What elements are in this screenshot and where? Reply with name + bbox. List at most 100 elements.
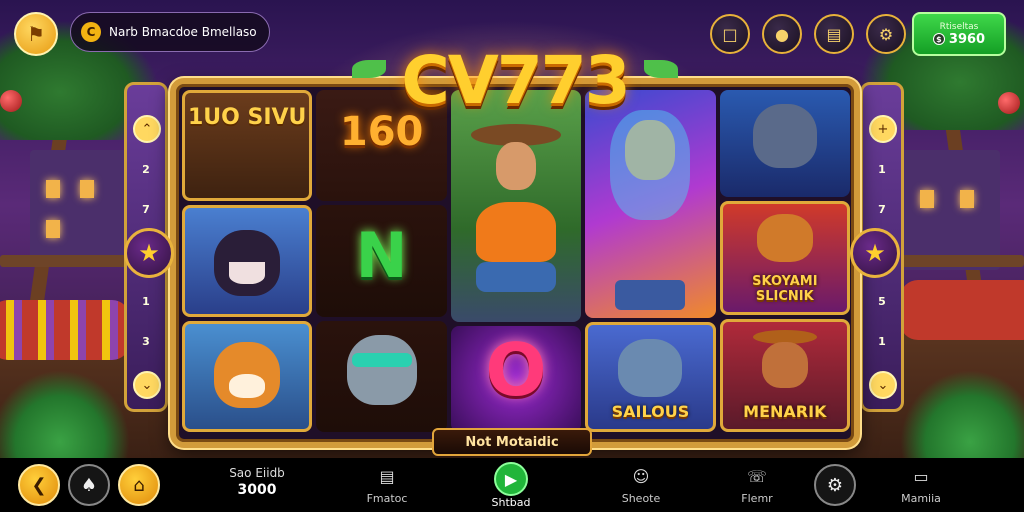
house-right	[900, 150, 1000, 270]
wolf-face-icon	[618, 339, 683, 398]
star-button-left[interactable]: ★	[124, 228, 174, 278]
balance-value: 3960	[948, 31, 986, 47]
nav-label: Fmatoc	[366, 492, 408, 505]
foliage-left	[0, 370, 130, 460]
user-icon: ☺	[632, 466, 650, 486]
home-icon: ⌂	[133, 474, 145, 496]
reel-2: 160 N	[316, 90, 447, 432]
payline-number: 7	[878, 203, 886, 216]
payline-number: 3	[142, 335, 150, 348]
symbol-blue-wolf: SAILOUS	[585, 322, 716, 432]
wallet-button[interactable]: □	[710, 14, 750, 54]
gear-icon: ⚙	[826, 474, 844, 496]
game-logo: CV773	[352, 40, 678, 120]
bottom-bar: ❮ ♠ ⌂ Sao Eiidb 3000 ▤ Fmatoc ▶ Shtbad ☺…	[0, 458, 1024, 512]
star-icon: ★	[864, 239, 886, 267]
bet-label: Sao Eiidb	[229, 466, 285, 480]
symbol-wolf-glasses	[316, 320, 447, 432]
play-icon: ▶	[504, 469, 518, 489]
symbol-label: N	[355, 219, 408, 293]
marquee-text: Narb Bmacdoe Bmellaso	[109, 25, 257, 39]
lion-face-icon	[756, 214, 813, 263]
logo-text: CV773	[401, 41, 630, 119]
home-icon: ⚑	[27, 22, 45, 46]
profile-icon: ●	[775, 24, 789, 44]
foliage-right	[900, 370, 1024, 460]
symbol-fox	[182, 320, 313, 432]
announcement-marquee: C Narb Bmacdoe Bmellaso	[70, 12, 270, 52]
bet-value: 3000	[237, 482, 277, 498]
banner-text: Not Motaidic	[465, 434, 559, 450]
reel-3: O	[450, 90, 582, 432]
gear-icon: ⚙	[878, 24, 894, 44]
star-icon: ★	[138, 239, 160, 267]
leaf-decoration	[352, 60, 386, 78]
symbol-panther	[182, 205, 313, 317]
back-button[interactable]: ❮	[18, 464, 60, 506]
minus-button-right[interactable]: ⌄	[869, 371, 897, 399]
spade-icon: ♠	[80, 474, 98, 496]
wallet-icon: □	[722, 24, 738, 44]
symbol-letter-o: O	[450, 326, 582, 432]
wolf-face-icon	[346, 334, 417, 405]
payline-number: 1	[142, 295, 150, 308]
payline-number: 5	[878, 295, 886, 308]
symbol-wooden-sign: 1UO SIVU	[182, 90, 313, 202]
spin-button[interactable]: ▶	[494, 462, 528, 496]
chat-icon: ☏	[746, 466, 767, 486]
reel-1: 1UO SIVU	[182, 90, 313, 432]
payline-number: 2	[142, 163, 150, 176]
reel-banner: Not Motaidic	[432, 428, 592, 456]
symbol-grey-wolf	[719, 90, 851, 198]
payline-number: 7	[142, 203, 150, 216]
plus-button-right[interactable]: +	[869, 115, 897, 143]
sunglasses-icon	[351, 352, 412, 367]
symbol-lion: SKOYAMI SLICNIK	[719, 201, 851, 315]
symbol-label: MENARIK	[743, 401, 827, 421]
payline-number: 1	[878, 163, 886, 176]
announcement-icon: C	[81, 22, 101, 42]
nav-label: Mamiia	[901, 492, 941, 505]
nav-item-receipt[interactable]: ▤ Fmatoc	[352, 464, 422, 506]
fox-muzzle	[229, 373, 266, 398]
history-button[interactable]: ▤	[814, 14, 854, 54]
home-button[interactable]: ⌂	[118, 464, 160, 506]
wolf-face-icon	[752, 104, 817, 168]
nav-item-monitor[interactable]: ▭ Mamiia	[886, 464, 956, 506]
monitor-icon: ▭	[913, 466, 929, 486]
symbol-cowgirl	[450, 90, 582, 323]
cushion-right	[900, 280, 1024, 340]
nav-label: Flemr	[741, 492, 773, 505]
nav-item-profile[interactable]: ☺ Sheote	[606, 464, 676, 506]
spin-label: Shtbad	[491, 496, 531, 509]
cowgirl-outfit	[476, 202, 557, 262]
cushion-left	[0, 300, 130, 360]
symbol-label: 1UO SIVU	[187, 105, 307, 130]
back-arrow-icon: ❮	[31, 474, 47, 496]
bet-display[interactable]: Sao Eiidb 3000	[222, 466, 292, 498]
profile-button[interactable]: ●	[762, 14, 802, 54]
reels-grid: 1UO SIVU 160 N O SAILOUS SKOYAMI SLICNIK…	[178, 86, 854, 436]
receipt-icon: ▤	[379, 466, 395, 486]
panther-muzzle	[229, 262, 266, 285]
spade-button[interactable]: ♠	[68, 464, 110, 506]
coin-icon: $	[932, 33, 945, 45]
balance-button[interactable]: Rtiseltas $ 3960	[912, 12, 1006, 56]
settings-button[interactable]: ⚙	[866, 14, 906, 54]
cowgirl-skirt	[476, 262, 557, 292]
symbol-label: SAILOUS	[611, 402, 690, 421]
fruit-left	[0, 90, 22, 112]
jeans	[615, 280, 686, 310]
payline-number: 1	[878, 335, 886, 348]
up-arrow-button-left[interactable]: ⌃	[133, 115, 161, 143]
symbol-label: SKOYAMI SLICNIK	[752, 273, 818, 304]
home-badge-button[interactable]: ⚑	[14, 12, 58, 56]
reel-4: SAILOUS	[585, 90, 716, 432]
balance-label: Rtiseltas	[939, 21, 979, 32]
down-arrow-button-left[interactable]: ⌄	[133, 371, 161, 399]
settings-nav-button[interactable]: ⚙	[814, 464, 856, 506]
symbol-cowboy-cat: MENARIK	[719, 318, 851, 432]
star-button-right[interactable]: ★	[850, 228, 900, 278]
blue-hair	[610, 110, 691, 220]
nav-item-chat[interactable]: ☏ Flemr	[722, 464, 792, 506]
